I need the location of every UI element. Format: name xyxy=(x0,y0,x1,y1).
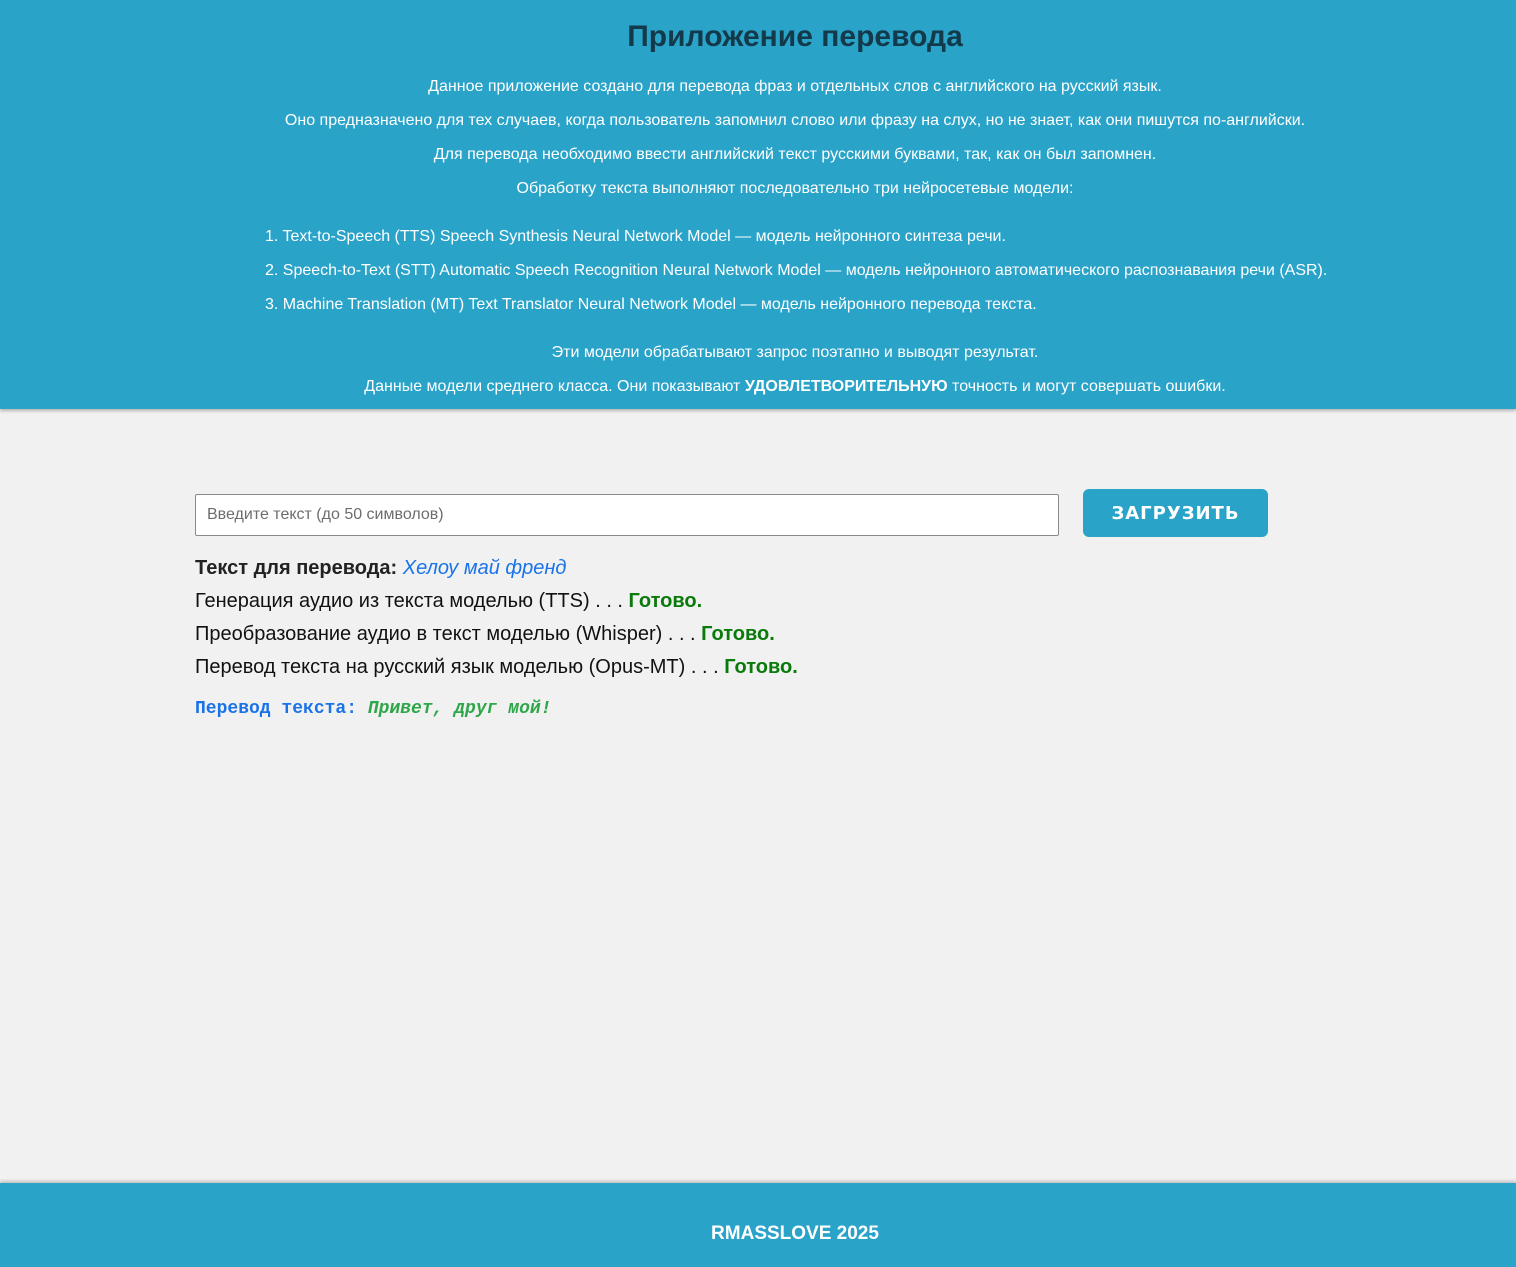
upload-button[interactable]: ЗАГРУЗИТЬ xyxy=(1083,489,1268,537)
source-text-line: Текст для перевода: Хелоу май френд xyxy=(195,556,566,580)
footer: RMASSLOVE 2025 xyxy=(0,1183,1516,1267)
step-tts: Генерация аудио из текста моделью (TTS) … xyxy=(195,589,702,613)
step-whisper-status: Готово. xyxy=(701,623,775,645)
step-whisper-text: Преобразование аудио в текст моделью (Wh… xyxy=(195,623,702,645)
step-tts-status: Готово. xyxy=(628,590,703,612)
footer-copyright: RMASSLOVE 2025 xyxy=(711,1223,879,1244)
outro-text: Эти модели обрабатывают запрос поэтапно … xyxy=(551,344,1039,361)
model-item-stt: 2. Speech-to-Text (STT) Automatic Speech… xyxy=(265,262,1328,279)
step-opus-status: Готово. xyxy=(724,656,798,678)
model-item-mt: 3. Machine Translation (MT) Text Transla… xyxy=(265,296,1037,313)
accuracy-note-prefix: Данные модели среднего класса. Они показ… xyxy=(364,378,745,395)
text-input[interactable] xyxy=(195,494,1059,536)
translation-label: Перевод текста: xyxy=(195,699,358,719)
translation-value: Привет, друг мой! xyxy=(367,699,552,719)
translation-result: Перевод текста: Привет, друг мой! xyxy=(195,699,551,719)
step-tts-text: Генерация аудио из текста моделью (TTS) … xyxy=(195,590,629,612)
header: Приложение перевода Данное приложение со… xyxy=(0,0,1516,409)
source-text-label: Текст для перевода: xyxy=(195,557,398,579)
intro-text-4: Обработку текста выполняют последователь… xyxy=(516,180,1074,197)
accuracy-note: Данные модели среднего класса. Они показ… xyxy=(0,378,1516,396)
intro-text-3: Для перевода необходимо ввести английски… xyxy=(433,146,1157,163)
accuracy-note-suffix: точность и могут совершать ошибки. xyxy=(947,378,1226,395)
step-opus-text: Перевод текста на русский язык моделью (… xyxy=(195,656,725,678)
step-opus: Перевод текста на русский язык моделью (… xyxy=(195,655,798,679)
accuracy-note-emphasis: УДОВЛЕТВОРИТЕЛЬНУЮ xyxy=(744,378,948,395)
source-text-value: Хелоу май френд xyxy=(402,557,567,579)
intro-text-1: Данное приложение создано для перевода ф… xyxy=(428,78,1162,95)
model-item-tts: 1. Text-to-Speech (TTS) Speech Synthesis… xyxy=(265,228,1006,245)
models-list: 1. Text-to-Speech (TTS) Speech Synthesis… xyxy=(265,228,1327,330)
intro-text-2: Оно предназначено для тех случаев, когда… xyxy=(284,112,1306,129)
page-title: Приложение перевода xyxy=(627,20,963,53)
step-whisper: Преобразование аудио в текст моделью (Wh… xyxy=(195,622,775,646)
